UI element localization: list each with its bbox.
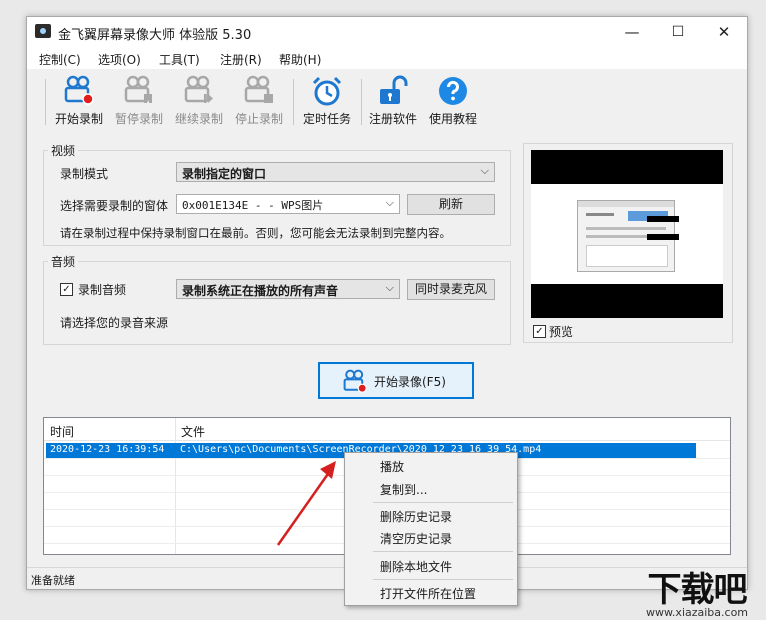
audio-source-select[interactable]: 录制系统正在播放的所有声音 ⌵ bbox=[176, 279, 400, 299]
start-recording-button[interactable]: 开始录像(F5) bbox=[318, 362, 474, 399]
list-header: 时间 文件 bbox=[44, 418, 730, 441]
help-question-icon bbox=[439, 77, 467, 105]
resume-record-tool[interactable]: 继续录制 bbox=[169, 75, 229, 127]
start-record-tool[interactable]: 开始录制 bbox=[49, 75, 109, 127]
site-watermark: 下载吧 www.xiazaiba.com bbox=[628, 562, 766, 620]
close-button[interactable]: ✕ bbox=[701, 17, 747, 47]
watermark-url: www.xiazaiba.com bbox=[645, 606, 749, 619]
record-window-label: 选择需要录制的窗体 bbox=[60, 199, 169, 213]
resume-record-icon bbox=[184, 75, 213, 103]
preview-dark-block bbox=[647, 234, 679, 240]
start-record-icon bbox=[64, 75, 94, 105]
register-software-tool[interactable]: 注册软件 bbox=[363, 75, 423, 127]
start-record-icon bbox=[343, 369, 367, 393]
refresh-button[interactable]: 刷新 bbox=[407, 194, 495, 215]
chevron-down-icon: ⌵ bbox=[385, 281, 394, 294]
red-arrow-annotation bbox=[276, 461, 336, 546]
pause-record-icon bbox=[124, 75, 152, 103]
menu-control[interactable]: 控制(C) bbox=[39, 51, 81, 68]
stop-record-icon bbox=[244, 75, 273, 103]
stop-record-label: 停止录制 bbox=[234, 112, 283, 126]
menu-help[interactable]: 帮助(H) bbox=[279, 51, 321, 68]
register-software-label: 注册软件 bbox=[368, 112, 417, 126]
maximize-button[interactable]: ☐ bbox=[655, 17, 701, 47]
title-bar[interactable]: 金飞翼屏幕录像大师 体验版 5.30 — ☐ ✕ bbox=[27, 17, 747, 47]
minimize-button[interactable]: — bbox=[609, 17, 655, 47]
microphone-button[interactable]: 同时录麦克风 bbox=[407, 279, 495, 300]
chevron-down-icon: ⌵ bbox=[480, 164, 489, 177]
audio-group-title: 音频 bbox=[48, 253, 79, 270]
record-mode-label: 录制模式 bbox=[60, 167, 109, 181]
preview-pane bbox=[531, 150, 723, 318]
column-time[interactable]: 时间 bbox=[50, 423, 74, 440]
tutorial-tool[interactable]: 使用教程 bbox=[423, 75, 483, 127]
toolbar-separator bbox=[45, 79, 46, 125]
preview-checkbox[interactable]: ✓ bbox=[533, 325, 546, 338]
window-title: 金飞翼屏幕录像大师 体验版 5.30 bbox=[58, 28, 252, 43]
record-audio-label: 录制音频 bbox=[78, 283, 127, 297]
context-menu: 播放 复制到... 删除历史记录 清空历史记录 删除本地文件 打开文件所在位置 bbox=[344, 452, 518, 606]
watermark-logo-text: 下载吧 bbox=[647, 570, 748, 610]
menu-item-clear-history[interactable]: 清空历史记录 bbox=[380, 530, 452, 547]
video-group-title: 视频 bbox=[48, 142, 79, 159]
menu-item-play[interactable]: 播放 bbox=[380, 458, 404, 475]
record-mode-select[interactable]: 录制指定的窗口 ⌵ bbox=[176, 162, 495, 182]
camera-app-icon bbox=[35, 24, 51, 38]
chevron-down-icon: ⌵ bbox=[385, 196, 394, 209]
preview-black-bar bbox=[531, 284, 723, 318]
menu-item-delete-local[interactable]: 删除本地文件 bbox=[380, 558, 452, 575]
audio-group: 音频 ✓ 录制音频 录制系统正在播放的所有声音 ⌵ 同时录麦克风 请选择您的录音… bbox=[43, 253, 511, 345]
menu-item-open-folder[interactable]: 打开文件所在位置 bbox=[380, 585, 476, 602]
tutorial-label: 使用教程 bbox=[428, 112, 477, 126]
record-window-value: 0x001E134E - - WPS图片 bbox=[182, 199, 324, 212]
menu-register[interactable]: 注册(R) bbox=[220, 51, 262, 68]
record-audio-checkbox[interactable]: ✓ bbox=[60, 283, 73, 296]
menu-separator bbox=[373, 551, 513, 552]
schedule-task-label: 定时任务 bbox=[302, 112, 351, 126]
pause-record-label: 暂停录制 bbox=[114, 112, 163, 126]
column-file[interactable]: 文件 bbox=[181, 423, 205, 440]
record-mode-value: 录制指定的窗口 bbox=[182, 167, 267, 181]
schedule-task-tool[interactable]: 定时任务 bbox=[297, 75, 357, 127]
menu-options[interactable]: 选项(O) bbox=[98, 51, 141, 68]
menu-separator bbox=[373, 502, 513, 503]
toolbar-separator bbox=[293, 79, 294, 125]
start-recording-label: 开始录像(F5) bbox=[374, 375, 446, 389]
alarm-clock-icon bbox=[312, 76, 342, 106]
record-window-select[interactable]: 0x001E134E - - WPS图片 ⌵ bbox=[176, 194, 400, 214]
start-record-label: 开始录制 bbox=[54, 112, 103, 126]
resume-record-label: 继续录制 bbox=[174, 112, 223, 126]
menu-tools[interactable]: 工具(T) bbox=[159, 51, 200, 68]
menu-bar: 控制(C) 选项(O) 工具(T) 注册(R) 帮助(H) bbox=[27, 47, 747, 69]
row-time: 2020-12-23 16:39:54 bbox=[50, 444, 165, 455]
video-group: 视频 录制模式 录制指定的窗口 ⌵ 选择需要录制的窗体 0x001E134E -… bbox=[43, 142, 511, 246]
video-hint: 请在录制过程中保持录制窗口在最前。否则，您可能会无法录制到完整内容。 bbox=[60, 226, 451, 240]
preview-dark-block bbox=[647, 216, 679, 222]
stop-record-tool[interactable]: 停止录制 bbox=[229, 75, 289, 127]
audio-source-value: 录制系统正在播放的所有声音 bbox=[182, 284, 339, 298]
menu-item-copy-to[interactable]: 复制到... bbox=[380, 481, 427, 498]
preview-label: 预览 bbox=[549, 325, 574, 339]
toolbar: 开始录制 暂停录制 继续录制 停止录制 定时任务 注册软件 使用教程 bbox=[27, 73, 747, 131]
toolbar-separator bbox=[361, 79, 362, 125]
unlock-icon bbox=[380, 75, 408, 104]
audio-hint: 请选择您的录音来源 bbox=[60, 316, 169, 330]
menu-separator bbox=[373, 579, 513, 580]
preview-black-bar bbox=[531, 150, 723, 184]
menu-item-delete-history[interactable]: 删除历史记录 bbox=[380, 508, 452, 525]
status-text: 准备就绪 bbox=[31, 574, 75, 587]
column-divider bbox=[175, 418, 176, 554]
pause-record-tool[interactable]: 暂停录制 bbox=[109, 75, 169, 127]
